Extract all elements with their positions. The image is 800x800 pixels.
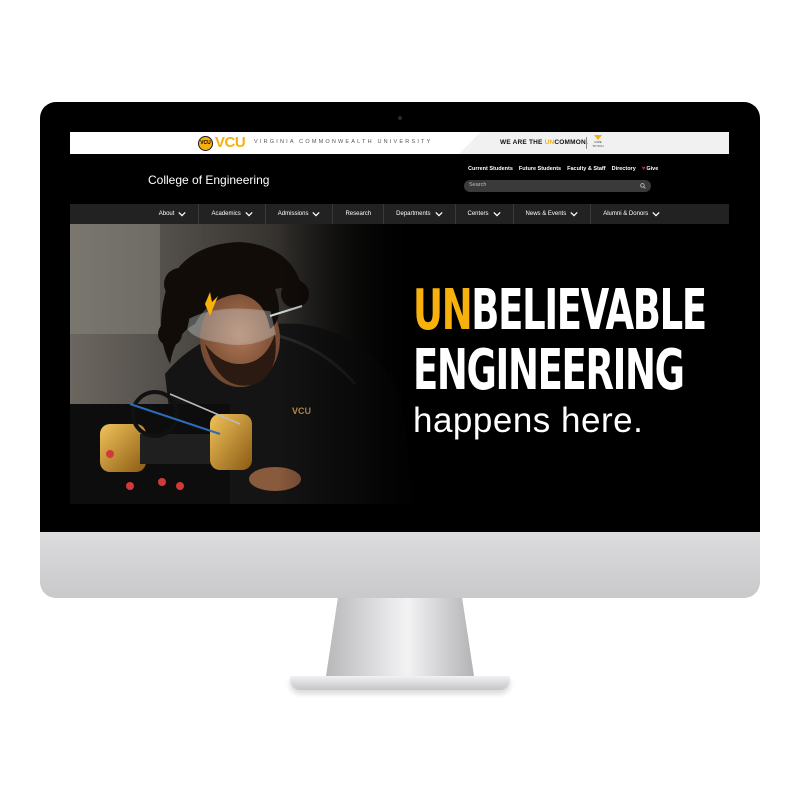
nav-label: News & Events (525, 211, 567, 217)
nav-item-alumni-donors[interactable]: Alumni & Donors (591, 204, 672, 224)
headline-line-2: ENGINEERING (413, 338, 685, 403)
util-link-future-students[interactable]: Future Students (519, 166, 561, 172)
chevron-down-icon (492, 211, 501, 217)
give-link[interactable]: ♥Give (642, 166, 659, 172)
give-to-vcu-label: GIVE TO VCU (592, 140, 604, 148)
chevron-down-icon (570, 211, 578, 217)
nav-label: About (158, 211, 175, 217)
nav-item-centers[interactable]: Centers (456, 204, 514, 224)
nav-label: Academics (211, 211, 241, 217)
nav-label: Centers (467, 211, 489, 217)
heart-icon: ♥ (641, 166, 646, 172)
vcu-seal-icon: VCU (198, 135, 213, 151)
give-label: Give (646, 166, 659, 172)
give-to-vcu-link[interactable]: GIVE TO VCU (592, 135, 604, 148)
main-nav: About Academics Admissions Research Depa… (70, 204, 729, 224)
browser-screen: VCU VCU VIRGINIA COMMONWEALTH UNIVERSITY… (70, 132, 729, 504)
chevron-down-icon (178, 211, 187, 217)
search-input[interactable]: Search (464, 180, 651, 192)
camera-dot (398, 116, 402, 120)
vcu-logo-text: VCU (215, 134, 246, 151)
search-icon[interactable] (640, 183, 646, 189)
site-header: College of Engineering Current Students … (70, 154, 729, 204)
nav-item-about[interactable]: About (147, 204, 200, 224)
slogan-pre: WE ARE THE (500, 139, 545, 146)
nav-label: Admissions (277, 211, 309, 217)
nav-item-news-events[interactable]: News & Events (514, 204, 592, 224)
nav-label: Research (345, 211, 372, 217)
headline-tagline: happens here. (413, 401, 644, 440)
nav-label: Alumni & Donors (603, 211, 649, 217)
university-bar: VCU VCU VIRGINIA COMMONWEALTH UNIVERSITY… (70, 132, 729, 154)
nav-item-admissions[interactable]: Admissions (266, 204, 334, 224)
hero-headline: UNBELIEVABLE ENGINEERING happens here. (413, 281, 729, 441)
university-name: VIRGINIA COMMONWEALTH UNIVERSITY (254, 139, 433, 145)
chevron-down-icon (652, 211, 660, 217)
nav-item-academics[interactable]: Academics (199, 204, 266, 224)
hero-photo: VCU (70, 224, 416, 504)
chevron-down-icon (245, 211, 253, 217)
topbar-divider (586, 137, 587, 149)
slogan-highlight: UN (544, 139, 555, 146)
site-title[interactable]: College of Engineering (148, 173, 269, 187)
headline-line-1-rest: BELIEVABLE (471, 278, 707, 343)
slogan-post: COMMON. (554, 139, 588, 146)
hero-banner: VCU (70, 224, 729, 504)
headline-highlight: UN (413, 278, 473, 343)
utility-nav: Current Students Future Students Faculty… (468, 166, 658, 172)
monitor-stand-neck (326, 598, 474, 676)
monitor-bezel: VCU VCU VIRGINIA COMMONWEALTH UNIVERSITY… (40, 102, 760, 532)
nav-item-research[interactable]: Research (333, 204, 385, 224)
search-placeholder: Search (469, 182, 487, 188)
monitor: VCU VCU VIRGINIA COMMONWEALTH UNIVERSITY… (40, 102, 760, 598)
uncommon-slogan[interactable]: WE ARE THE UNCOMMON. (500, 139, 588, 146)
chevron-down-icon (434, 211, 443, 217)
monitor-chin (40, 532, 760, 598)
chevron-down-icon (312, 211, 321, 217)
headline-line-1: UNBELIEVABLE (413, 278, 707, 343)
vcu-logo[interactable]: VCU VCU (198, 134, 246, 152)
monitor-stand-base (290, 676, 510, 690)
nav-label: Departments (396, 211, 431, 217)
util-link-directory[interactable]: Directory (612, 166, 636, 172)
nav-item-departments[interactable]: Departments (384, 204, 456, 224)
util-link-current-students[interactable]: Current Students (468, 166, 513, 172)
util-link-faculty-staff[interactable]: Faculty & Staff (567, 166, 606, 172)
